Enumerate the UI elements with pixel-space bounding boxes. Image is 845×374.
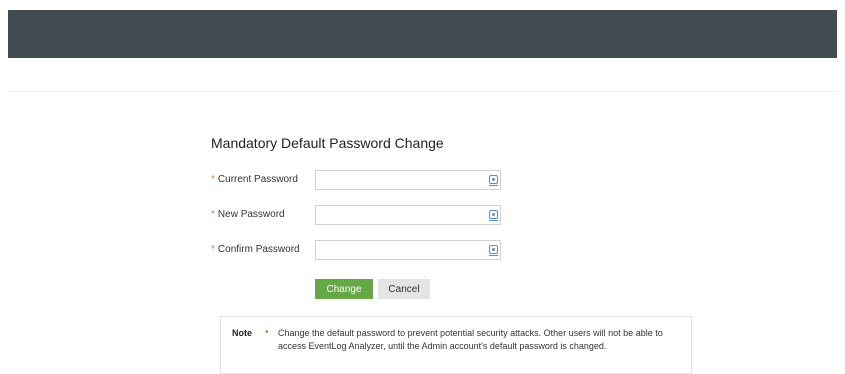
current-password-label: * Current Password <box>211 174 298 185</box>
new-password-label: * New Password <box>211 209 285 220</box>
note-box: Note • Change the default password to pr… <box>220 316 692 374</box>
show-password-icon[interactable] <box>489 210 498 221</box>
current-password-input[interactable] <box>315 170 501 190</box>
show-password-icon[interactable] <box>489 175 498 186</box>
required-star: * <box>211 209 215 220</box>
note-bullet: • <box>265 327 269 338</box>
header-divider <box>8 91 837 92</box>
current-password-label-text: Current Password <box>217 174 298 185</box>
new-password-label-text: New Password <box>217 209 285 220</box>
note-text: Change the default password to prevent p… <box>278 328 663 351</box>
note-label: Note <box>232 328 252 338</box>
confirm-password-input[interactable] <box>315 240 501 260</box>
cancel-button[interactable]: Cancel <box>378 279 430 299</box>
new-password-input[interactable] <box>315 205 501 225</box>
confirm-password-label: * Confirm Password <box>211 244 300 255</box>
page-title: Mandatory Default Password Change <box>211 135 444 151</box>
change-button[interactable]: Change <box>315 279 373 299</box>
confirm-password-label-text: Confirm Password <box>217 244 300 255</box>
required-star: * <box>211 174 215 185</box>
show-password-icon[interactable] <box>489 245 498 256</box>
required-star: * <box>211 244 215 255</box>
header-bar <box>8 10 837 58</box>
